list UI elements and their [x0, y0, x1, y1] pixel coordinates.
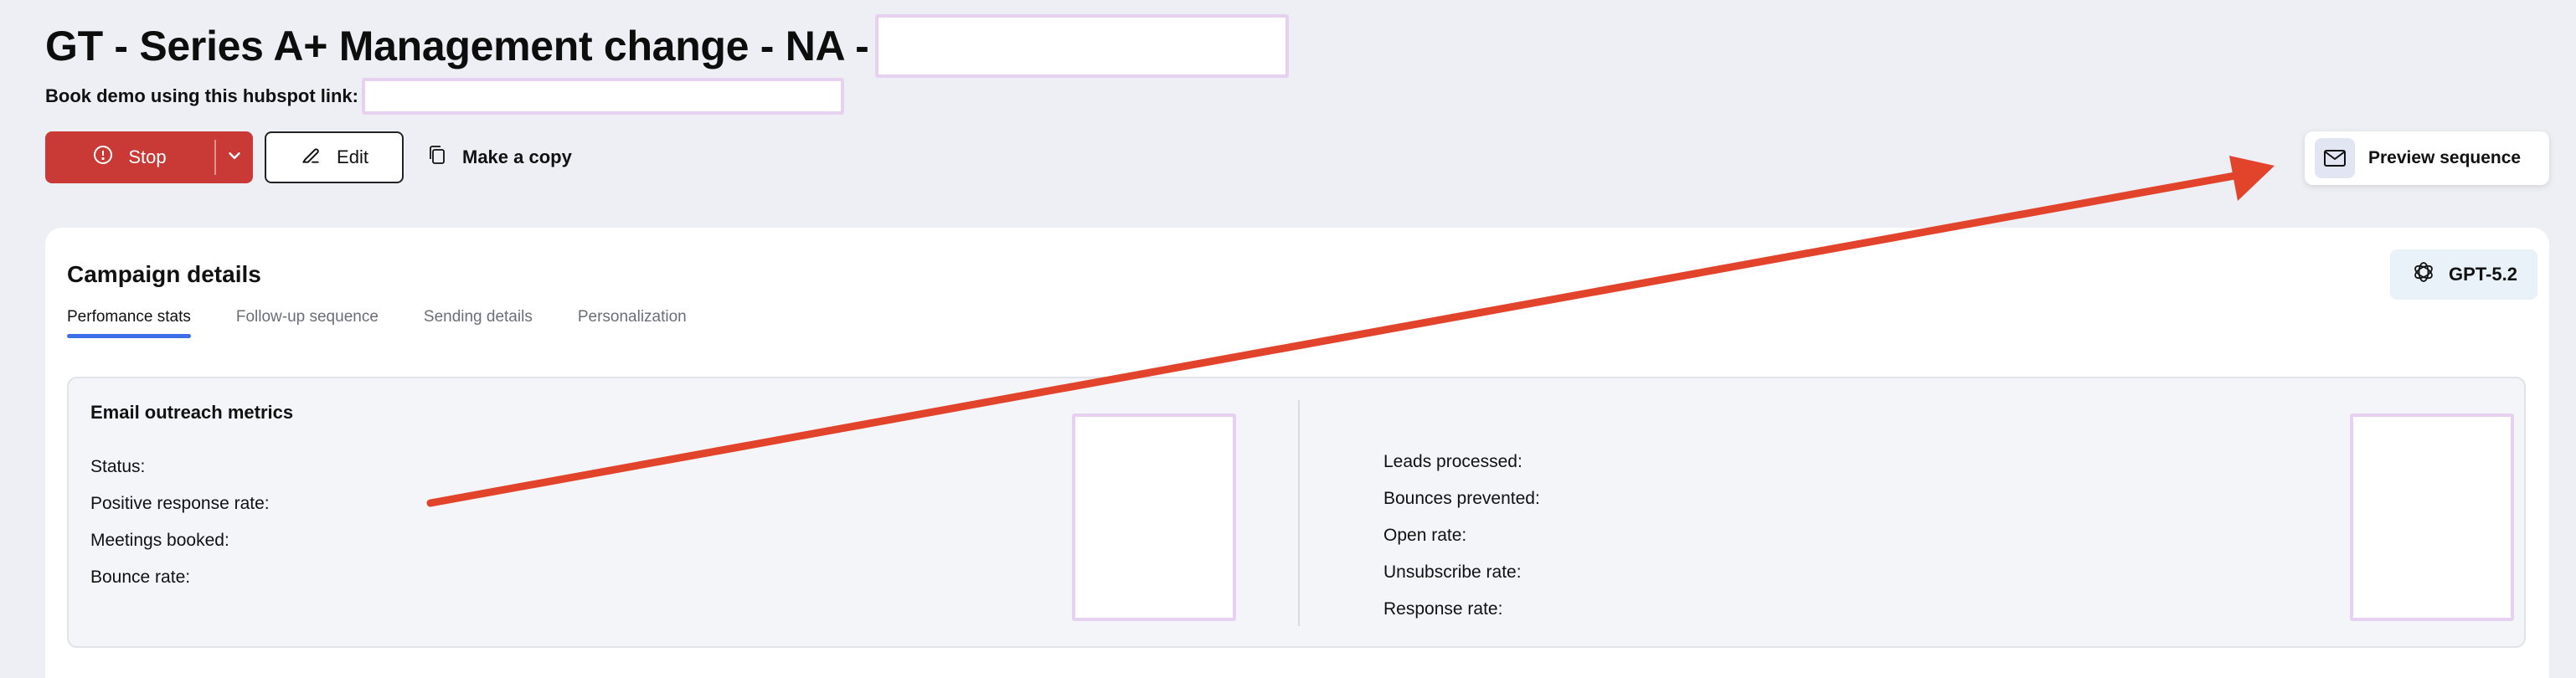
- metric-positive-response-rate-label: Positive response rate:: [90, 494, 270, 513]
- redacted-left-values: [1072, 413, 1236, 621]
- tab-performance-stats[interactable]: Perfomance stats: [67, 308, 191, 338]
- hubspot-link-label: Book demo using this hubspot link:: [45, 85, 358, 106]
- campaign-page: GT - Series A+ Management change - NA - …: [0, 0, 2576, 678]
- metric-meetings-booked-label: Meetings booked:: [90, 531, 229, 550]
- openai-logo-icon: [2410, 259, 2437, 290]
- redacted-hubspot-link: [362, 78, 844, 115]
- redacted-title-field: [875, 14, 1290, 78]
- stop-label: Stop: [128, 146, 167, 167]
- model-label: GPT-5.2: [2449, 264, 2517, 285]
- make-copy-label: Make a copy: [462, 146, 572, 167]
- metric-open-rate-label: Open rate:: [1383, 526, 1467, 545]
- stop-info-icon: [93, 145, 113, 170]
- redacted-right-values: [2350, 413, 2514, 621]
- preview-sequence-label: Preview sequence: [2368, 148, 2522, 167]
- stop-button-group: Stop: [45, 131, 253, 183]
- campaign-details-title: Campaign details: [67, 261, 261, 287]
- metric-unsubscribe-rate-label: Unsubscribe rate:: [1383, 562, 1522, 582]
- page-title: GT - Series A+ Management change - NA -: [45, 23, 869, 69]
- make-copy-button[interactable]: Make a copy: [415, 131, 584, 183]
- detail-tabs: Perfomance stats Follow-up sequence Send…: [67, 308, 687, 338]
- metric-status-label: Status:: [90, 457, 146, 476]
- metrics-left-column: Status: Positive response rate: Meetings…: [90, 449, 270, 596]
- preview-sequence-button[interactable]: Preview sequence: [2305, 131, 2549, 185]
- pencil-icon: [300, 144, 322, 171]
- toolbar: Stop Edit Make a copy: [45, 131, 584, 183]
- stop-dropdown-button[interactable]: [216, 131, 253, 183]
- metric-bounce-rate-label: Bounce rate:: [90, 568, 191, 587]
- chevron-down-icon: [225, 146, 244, 169]
- edit-label: Edit: [337, 146, 368, 167]
- tab-sending-details[interactable]: Sending details: [424, 308, 533, 338]
- metrics-divider: [1298, 400, 1300, 626]
- model-badge[interactable]: GPT-5.2: [2390, 249, 2537, 300]
- stop-button[interactable]: Stop: [45, 131, 214, 183]
- envelope-icon: [2315, 138, 2355, 178]
- metrics-right-column: Leads processed: Bounces prevented: Open…: [1383, 444, 1540, 628]
- edit-button[interactable]: Edit: [265, 131, 404, 183]
- tab-personalization[interactable]: Personalization: [578, 308, 687, 338]
- metrics-title: Email outreach metrics: [90, 402, 294, 423]
- email-outreach-metrics-panel: Email outreach metrics Status: Positive …: [67, 377, 2526, 648]
- tab-follow-up-sequence[interactable]: Follow-up sequence: [236, 308, 379, 338]
- metric-response-rate-label: Response rate:: [1383, 599, 1503, 619]
- copy-icon: [427, 144, 447, 171]
- title-row: GT - Series A+ Management change - NA -: [45, 13, 1290, 79]
- subtitle-row: Book demo using this hubspot link:: [45, 77, 844, 116]
- campaign-details-card: Campaign details GPT-5.2 Perfomance stat…: [45, 228, 2549, 678]
- metric-bounces-prevented-label: Bounces prevented:: [1383, 489, 1540, 508]
- metric-leads-processed-label: Leads processed:: [1383, 452, 1522, 471]
